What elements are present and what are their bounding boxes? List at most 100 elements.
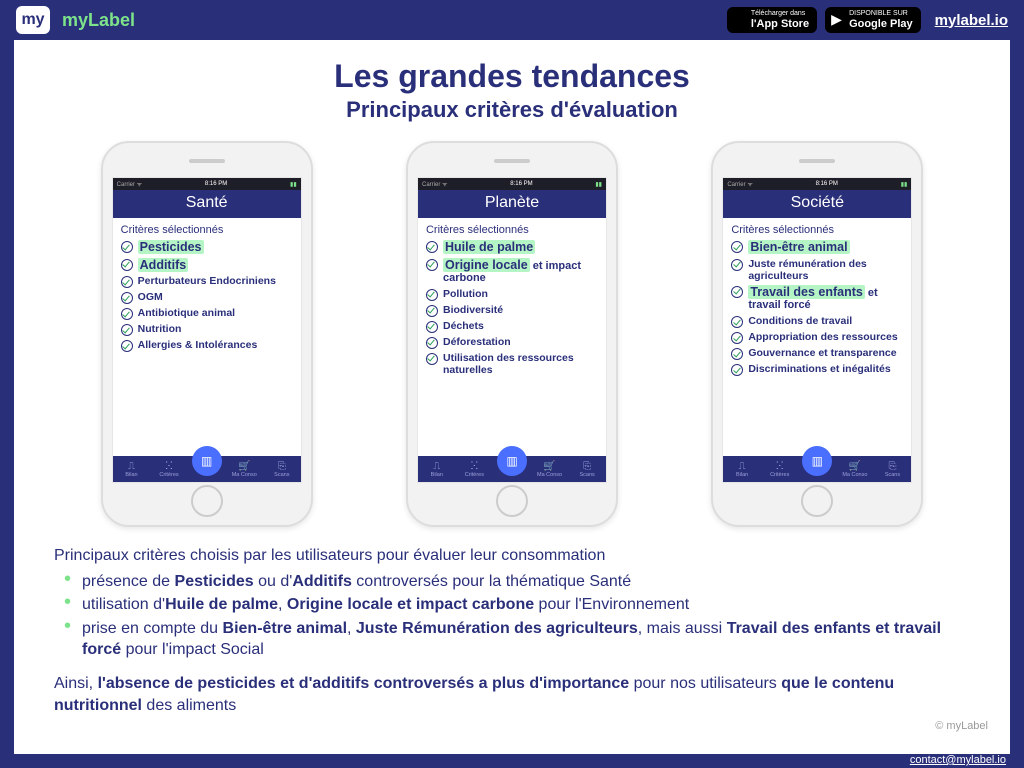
copyright: © myLabel bbox=[935, 720, 988, 732]
criteria-label: Pesticides bbox=[138, 240, 204, 255]
criteria-label: Antibiotique animal bbox=[138, 307, 235, 319]
criteria-label: Nutrition bbox=[138, 323, 182, 335]
criteria-item: Déchets bbox=[426, 320, 598, 333]
check-icon bbox=[121, 276, 133, 288]
criteria-title: Critères sélectionnés bbox=[121, 224, 293, 236]
criteria-item: Biodiversité bbox=[426, 304, 598, 317]
criteria-label: Pollution bbox=[443, 288, 488, 300]
tab-item[interactable]: ⎍Bilan bbox=[113, 461, 151, 478]
check-icon bbox=[121, 340, 133, 352]
check-icon bbox=[426, 305, 438, 317]
tab-item[interactable]: ⎘Scans bbox=[568, 461, 606, 478]
check-icon bbox=[731, 316, 743, 328]
criteria-label: Conditions de travail bbox=[748, 315, 852, 327]
brand-name: myLabel bbox=[62, 10, 135, 31]
app-header: Santé bbox=[113, 190, 301, 218]
tab-bar: ⎍BilanⵘCritères▥Scan🛒Ma Conso⎘Scans bbox=[113, 456, 301, 482]
criteria-item: Conditions de travail bbox=[731, 315, 903, 328]
tab-item[interactable]: ⵘCritères bbox=[150, 461, 188, 478]
phone-mockup: Carrier ᯤ8:16 PM▮▮SantéCritères sélectio… bbox=[101, 141, 313, 527]
status-battery: ▮▮ bbox=[595, 181, 602, 188]
contact-link[interactable]: contact@mylabel.io bbox=[910, 754, 1006, 766]
criteria-label: Déchets bbox=[443, 320, 484, 332]
criteria-label: Déforestation bbox=[443, 336, 511, 348]
lead-text: Principaux critères choisis par les util… bbox=[54, 545, 970, 567]
check-icon bbox=[121, 241, 133, 253]
statusbar: Carrier ᯤ8:16 PM▮▮ bbox=[113, 178, 301, 190]
criteria-item: Perturbateurs Endocriniens bbox=[121, 275, 293, 288]
check-icon bbox=[121, 259, 133, 271]
google-play-badge[interactable]: ▶ DISPONIBLE SUR Google Play bbox=[825, 7, 921, 33]
tab-bar: ⎍BilanⵘCritères▥Scan🛒Ma Conso⎘Scans bbox=[418, 456, 606, 482]
bullet-1: présence de Pesticides ou d'Additifs con… bbox=[82, 571, 970, 593]
criteria-list: Critères sélectionnés Huile de palme Origi… bbox=[418, 218, 606, 456]
site-link[interactable]: mylabel.io bbox=[935, 12, 1008, 29]
criteria-item: Travail des enfants et travail forcé bbox=[731, 285, 903, 312]
criteria-label: Origine locale et impact carbone bbox=[443, 258, 598, 285]
criteria-item: OGM bbox=[121, 291, 293, 304]
phone-screen: Carrier ᯤ8:16 PM▮▮SantéCritères sélectio… bbox=[112, 177, 302, 483]
phone-screen: Carrier ᯤ8:16 PM▮▮SociétéCritères sélect… bbox=[722, 177, 912, 483]
app-store-badge[interactable]: Télécharger dans l'App Store bbox=[727, 7, 817, 33]
tab-item[interactable]: 🛒Ma Conso bbox=[836, 461, 874, 478]
criteria-item: Gouvernance et transparence bbox=[731, 347, 903, 360]
tab-item[interactable]: ⵘCritères bbox=[761, 461, 799, 478]
criteria-item: Allergies & Intolérances bbox=[121, 339, 293, 352]
bullet-2: utilisation d'Huile de palme, Origine lo… bbox=[82, 594, 970, 616]
phone-mockup: Carrier ᯤ8:16 PM▮▮SociétéCritères sélect… bbox=[711, 141, 923, 527]
status-battery: ▮▮ bbox=[901, 181, 908, 188]
status-time: 8:16 PM bbox=[816, 181, 838, 187]
status-time: 8:16 PM bbox=[510, 181, 532, 187]
criteria-item: Pollution bbox=[426, 288, 598, 301]
check-icon bbox=[731, 332, 743, 344]
criteria-label: Biodiversité bbox=[443, 304, 503, 316]
tab-item[interactable]: ⎘Scans bbox=[263, 461, 301, 478]
criteria-label: Juste rémunération des agriculteurs bbox=[748, 258, 903, 282]
appstore-big: l'App Store bbox=[751, 18, 809, 30]
check-icon bbox=[426, 337, 438, 349]
tab-item[interactable]: 🛒Ma Conso bbox=[531, 461, 569, 478]
criteria-label: Appropriation des ressources bbox=[748, 331, 897, 343]
criteria-label: Perturbateurs Endocriniens bbox=[138, 275, 276, 287]
tab-item[interactable]: ⎍Bilan bbox=[723, 461, 761, 478]
scan-button[interactable]: ▥ bbox=[497, 446, 527, 476]
criteria-item: Huile de palme bbox=[426, 240, 598, 255]
criteria-item: Juste rémunération des agriculteurs bbox=[731, 258, 903, 282]
criteria-item: Déforestation bbox=[426, 336, 598, 349]
criteria-item: Antibiotique animal bbox=[121, 307, 293, 320]
tab-item[interactable]: ⎘Scans bbox=[874, 461, 912, 478]
criteria-item: Nutrition bbox=[121, 323, 293, 336]
criteria-item: Additifs bbox=[121, 258, 293, 273]
bullet-3: prise en compte du Bien-être animal, Jus… bbox=[82, 618, 970, 661]
tab-item[interactable]: ⎍Bilan bbox=[418, 461, 456, 478]
phone-screen: Carrier ᯤ8:16 PM▮▮PlanèteCritères sélect… bbox=[417, 177, 607, 483]
statusbar: Carrier ᯤ8:16 PM▮▮ bbox=[418, 178, 606, 190]
criteria-title: Critères sélectionnés bbox=[731, 224, 903, 236]
check-icon bbox=[426, 241, 438, 253]
tab-item[interactable]: ⵘCritères bbox=[456, 461, 494, 478]
criteria-list: Critères sélectionnés Pesticides Additifs P… bbox=[113, 218, 301, 456]
tab-item[interactable]: 🛒Ma Conso bbox=[225, 461, 263, 478]
check-icon bbox=[426, 289, 438, 301]
criteria-label: Huile de palme bbox=[443, 240, 535, 255]
check-icon bbox=[731, 241, 743, 253]
page-title: Les grandes tendances bbox=[54, 58, 970, 95]
content-card: Les grandes tendances Principaux critère… bbox=[14, 40, 1010, 754]
check-icon bbox=[121, 292, 133, 304]
criteria-item: Origine locale et impact carbone bbox=[426, 258, 598, 285]
check-icon bbox=[731, 259, 743, 271]
conclusion-text: Ainsi, l'absence de pesticides et d'addi… bbox=[54, 673, 970, 716]
gplay-big: Google Play bbox=[849, 18, 913, 30]
criteria-title: Critères sélectionnés bbox=[426, 224, 598, 236]
criteria-item: Pesticides bbox=[121, 240, 293, 255]
criteria-label: Allergies & Intolérances bbox=[138, 339, 258, 351]
check-icon bbox=[426, 353, 438, 365]
check-icon bbox=[121, 308, 133, 320]
scan-button[interactable]: ▥ bbox=[192, 446, 222, 476]
appstore-small: Télécharger dans bbox=[751, 10, 809, 18]
scan-button[interactable]: ▥ bbox=[802, 446, 832, 476]
status-time: 8:16 PM bbox=[205, 181, 227, 187]
criteria-item: Bien-être animal bbox=[731, 240, 903, 255]
check-icon bbox=[731, 286, 743, 298]
status-left: Carrier ᯤ bbox=[117, 180, 142, 188]
